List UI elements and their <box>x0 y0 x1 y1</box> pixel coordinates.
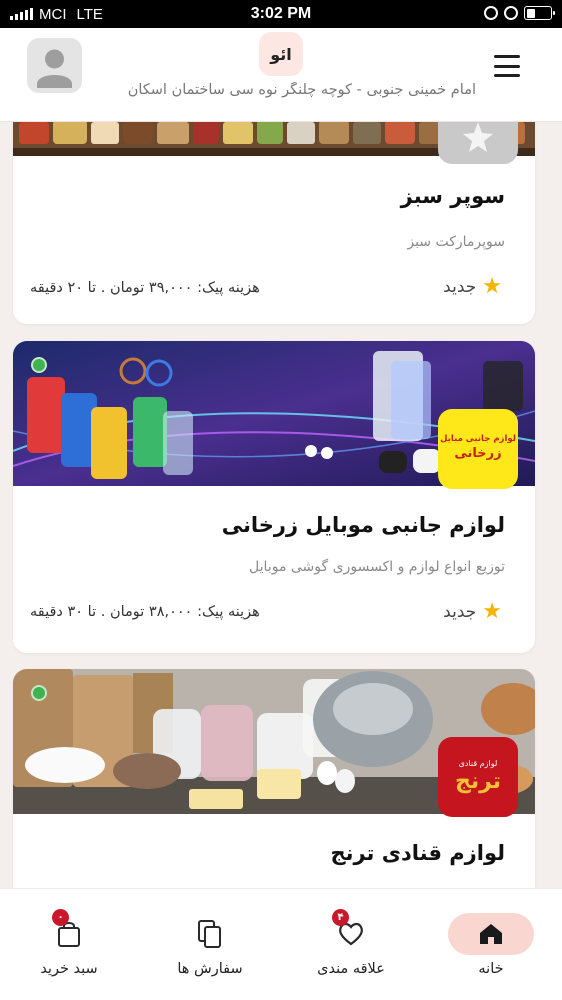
rating-label: جدید <box>443 602 477 622</box>
orientation-lock-icon <box>484 6 498 20</box>
store-name: لوازم قنادی ترنج <box>330 841 505 865</box>
cart-badge: ۰ <box>52 909 69 926</box>
nav-favorites[interactable]: ۴ علاقه مندی <box>296 903 406 993</box>
open-status-dot <box>31 685 47 701</box>
delivery-info: هزینه پیک: ۳۸,۰۰۰ تومان . تا ۳۰ دقیقه <box>30 604 260 620</box>
user-avatar-icon[interactable] <box>27 38 82 93</box>
store-logo: لوازم جانبی مبایل زرخانی <box>438 409 518 489</box>
nav-home[interactable]: خانه <box>436 903 546 993</box>
store-logo-line1: لوازم قنادی <box>458 758 498 768</box>
bottom-navigation: خانه ۴ علاقه مندی سفارش ها ۰ سبد خرید <box>0 888 562 1000</box>
shopping-bag-icon <box>26 913 112 955</box>
store-rating: ★ جدید <box>443 276 502 298</box>
store-card[interactable]: لوازم قنادی ترنج لوازم قنادی ترنج <box>13 669 535 888</box>
favorites-badge: ۴ <box>332 909 349 926</box>
nav-label-orders: سفارش ها <box>177 961 243 977</box>
store-name: سوپر سبز <box>400 184 505 208</box>
rating-label: جدید <box>443 277 477 297</box>
delivery-info: هزینه پیک: ۳۹,۰۰۰ تومان . تا ۲۰ دقیقه <box>30 280 260 296</box>
placeholder-logo-icon <box>463 122 493 152</box>
home-icon <box>448 913 534 955</box>
store-logo-line2: ترنج <box>454 769 502 794</box>
store-description: سوپرمارکت سبز <box>407 234 505 250</box>
store-list[interactable]: سوپر سبز سوپرمارکت سبز ★ جدید هزینه پیک:… <box>0 28 562 888</box>
nav-label-favorites: علاقه مندی <box>317 961 385 977</box>
store-description: توزیع انواع لوازم و اکسسوری گوشی موبایل <box>249 559 505 575</box>
alarm-icon <box>504 6 518 20</box>
hamburger-icon[interactable] <box>494 55 522 77</box>
app-logo[interactable]: ائو <box>259 32 303 76</box>
store-card[interactable]: لوازم جانبی مبایل زرخانی لوازم جانبی موب… <box>13 341 535 653</box>
store-name: لوازم جانبی موبایل زرخانی <box>221 513 505 537</box>
store-logo-line1: لوازم جانبی مبایل <box>440 434 516 445</box>
nav-label-cart: سبد خرید <box>40 961 98 977</box>
nav-cart[interactable]: ۰ سبد خرید <box>14 903 124 993</box>
app-header: ائو امام خمینی جنوبی - کوچه چلنگر نوه سی… <box>0 28 562 122</box>
network-type: LTE <box>76 5 103 23</box>
store-logo: لوازم قنادی ترنج <box>438 737 518 817</box>
orders-icon <box>167 913 253 955</box>
status-bar: MCI LTE 3:02 PM <box>0 0 562 28</box>
delivery-address[interactable]: امام خمینی جنوبی - کوچه چلنگر نوه سی ساخ… <box>88 82 476 98</box>
signal-strength-icon <box>10 8 33 20</box>
open-status-dot <box>31 357 47 373</box>
battery-icon <box>524 6 555 20</box>
store-logo-line2: زرخانی <box>454 446 502 462</box>
nav-orders[interactable]: سفارش ها <box>155 903 265 993</box>
heart-icon <box>308 913 394 955</box>
carrier-name: MCI <box>39 5 67 23</box>
star-icon: ★ <box>482 274 502 299</box>
store-rating: ★ جدید <box>443 601 502 623</box>
star-icon: ★ <box>482 599 502 624</box>
nav-label-home: خانه <box>478 961 504 977</box>
